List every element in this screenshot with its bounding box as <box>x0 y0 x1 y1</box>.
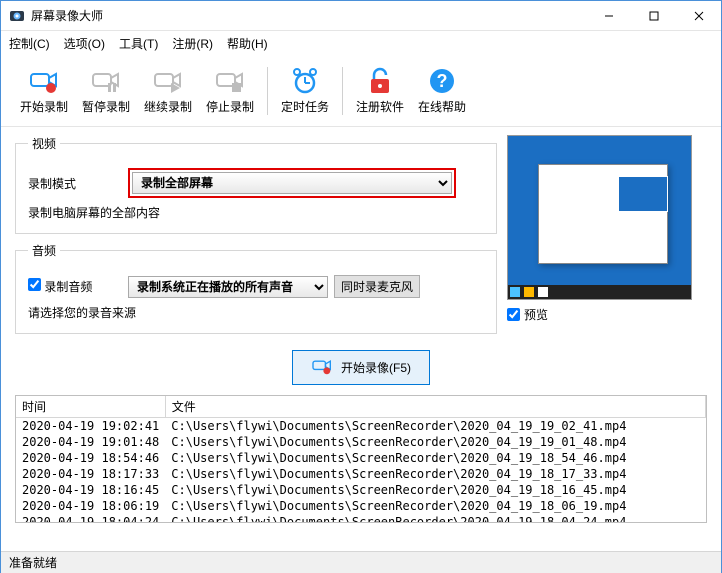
toolbar-separator <box>342 67 343 115</box>
help-icon: ? <box>426 66 458 96</box>
resume-record-button[interactable]: 继续录制 <box>139 62 197 119</box>
record-audio-checkbox-label[interactable]: 录制音频 <box>28 278 128 295</box>
schedule-button[interactable]: 定时任务 <box>276 62 334 119</box>
audio-fieldset: 音频 录制音频 录制系统正在播放的所有声音 同时录麦克风 请选择您的录音来源 <box>15 242 497 334</box>
menu-bar: 控制(C) 选项(O) 工具(T) 注册(R) 帮助(H) <box>1 31 721 55</box>
table-row[interactable]: 2020-04-19 18:04:24C:\Users\flywi\Docume… <box>16 514 706 523</box>
maximize-button[interactable] <box>631 1 676 30</box>
title-bar: 屏幕录像大师 <box>1 1 721 31</box>
toolbar-label: 开始录制 <box>20 98 68 115</box>
close-button[interactable] <box>676 1 721 30</box>
table-row[interactable]: 2020-04-19 18:17:33C:\Users\flywi\Docume… <box>16 466 706 482</box>
preview-checkbox-label[interactable]: 预览 <box>507 306 707 323</box>
toolbar-separator <box>267 67 268 115</box>
unlock-icon <box>364 66 396 96</box>
preview-checkbox[interactable] <box>507 308 520 321</box>
menu-options[interactable]: 选项(O) <box>64 35 105 52</box>
camera-stop-icon <box>214 66 246 96</box>
status-bar: 准备就绪 <box>1 551 721 573</box>
menu-tools[interactable]: 工具(T) <box>119 35 158 52</box>
minimize-button[interactable] <box>586 1 631 30</box>
toolbar-label: 在线帮助 <box>418 98 466 115</box>
toolbar-label: 停止录制 <box>206 98 254 115</box>
video-hint: 录制电脑屏幕的全部内容 <box>28 204 484 221</box>
video-fieldset: 视频 录制模式 录制全部屏幕 录制电脑屏幕的全部内容 <box>15 135 497 234</box>
menu-help[interactable]: 帮助(H) <box>227 35 268 52</box>
online-help-button[interactable]: ? 在线帮助 <box>413 62 471 119</box>
toolbar-label: 继续录制 <box>144 98 192 115</box>
mode-label: 录制模式 <box>28 175 128 192</box>
audio-hint: 请选择您的录音来源 <box>28 304 484 321</box>
recordings-table[interactable]: 时间 文件 2020-04-19 19:02:41C:\Users\flywi\… <box>15 395 707 523</box>
stop-record-button[interactable]: 停止录制 <box>201 62 259 119</box>
mode-select[interactable]: 录制全部屏幕 <box>132 172 452 194</box>
window-title: 屏幕录像大师 <box>31 7 586 24</box>
table-row[interactable]: 2020-04-19 18:54:46C:\Users\flywi\Docume… <box>16 450 706 466</box>
table-row[interactable]: 2020-04-19 18:06:19C:\Users\flywi\Docume… <box>16 498 706 514</box>
toolbar-label: 注册软件 <box>356 98 404 115</box>
mode-select-highlight: 录制全部屏幕 <box>128 168 456 198</box>
clock-icon <box>289 66 321 96</box>
audio-legend: 音频 <box>28 242 60 259</box>
pause-record-button[interactable]: 暂停录制 <box>77 62 135 119</box>
audio-source-select[interactable]: 录制系统正在播放的所有声音 <box>128 276 328 298</box>
svg-text:?: ? <box>437 71 448 91</box>
mic-button[interactable]: 同时录麦克风 <box>334 275 420 298</box>
camera-record-icon <box>28 66 60 96</box>
menu-register[interactable]: 注册(R) <box>172 35 213 52</box>
start-record-button[interactable]: 开始录制 <box>15 62 73 119</box>
camera-record-icon <box>311 357 333 378</box>
camera-pause-icon <box>90 66 122 96</box>
col-file[interactable]: 文件 <box>165 396 705 418</box>
toolbar-label: 定时任务 <box>281 98 329 115</box>
start-recording-button[interactable]: 开始录像(F5) <box>292 350 430 385</box>
table-row[interactable]: 2020-04-19 19:01:48C:\Users\flywi\Docume… <box>16 434 706 450</box>
video-legend: 视频 <box>28 135 60 152</box>
camera-resume-icon <box>152 66 184 96</box>
col-time[interactable]: 时间 <box>16 396 165 418</box>
record-audio-checkbox[interactable] <box>28 278 41 291</box>
table-row[interactable]: 2020-04-19 19:02:41C:\Users\flywi\Docume… <box>16 418 706 435</box>
toolbar: 开始录制 暂停录制 继续录制 停止录制 定时任务 注册软件 ? 在线帮助 <box>1 55 721 127</box>
table-row[interactable]: 2020-04-19 18:16:45C:\Users\flywi\Docume… <box>16 482 706 498</box>
preview-thumbnail <box>507 135 692 300</box>
register-button[interactable]: 注册软件 <box>351 62 409 119</box>
status-text: 准备就绪 <box>9 554 57 571</box>
app-icon <box>9 8 25 24</box>
toolbar-label: 暂停录制 <box>82 98 130 115</box>
menu-control[interactable]: 控制(C) <box>9 35 50 52</box>
